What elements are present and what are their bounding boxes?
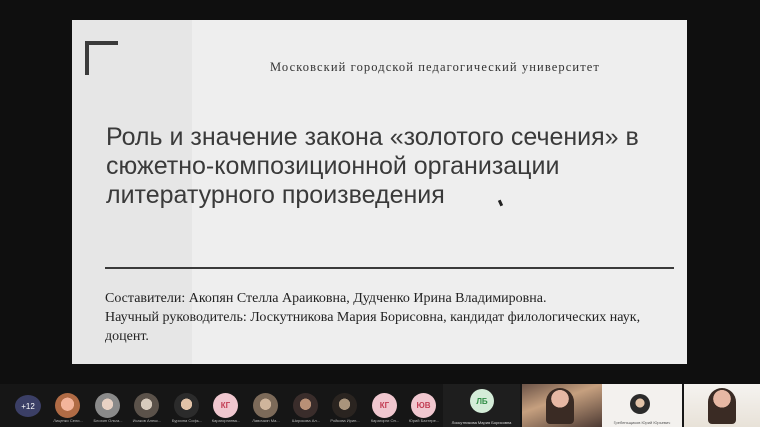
avatar-initials: ЮВ: [411, 393, 436, 418]
participant-tile[interactable]: ЮВ Юрий Бахтере...: [404, 391, 444, 427]
participant-name: Лавочкин Ма...: [252, 418, 280, 423]
corner-bracket-icon: [85, 41, 118, 75]
avatar-initials: КГ: [372, 393, 397, 418]
video-tile[interactable]: [522, 384, 602, 427]
presentation-slide: Московский городской педагогический унив…: [72, 20, 687, 364]
participant-tile[interactable]: КГ Карагорги Ол...: [365, 391, 405, 427]
video-participant-name: Гребеньщиков Юрий Юрьевич: [613, 420, 671, 425]
participant-name: Карагорги Ол...: [370, 418, 400, 423]
supervisor-text: Научный руководитель: Лоскутникова Мария…: [105, 310, 641, 344]
participant-tile[interactable]: Блохин Ольга...: [88, 391, 128, 427]
participant-tile[interactable]: Лавочкин Ма...: [246, 391, 286, 427]
participant-tile[interactable]: Лиценко Сели...: [48, 391, 88, 427]
participant-name: Исаков Алекс...: [132, 418, 162, 423]
participant-tile[interactable]: Исаков Алекс...: [127, 391, 167, 427]
authors-text: Составители: Акопян Стелла Араиковна, Ду…: [105, 291, 547, 306]
participant-name: Карагоргиева...: [211, 418, 241, 423]
video-tile-presenter[interactable]: ЛБ Лоскутникова Мария Борисовна: [443, 384, 520, 427]
slide-divider: [105, 267, 674, 269]
avatar-initials: КГ: [213, 393, 238, 418]
participant-video-feed: [708, 388, 736, 424]
participant-name: Блохин Ольга...: [93, 418, 123, 423]
participant-name: Ройкова Ирин...: [330, 418, 360, 423]
video-tile[interactable]: [684, 384, 760, 427]
avatar: [332, 393, 357, 418]
avatar-initials: ЛБ: [470, 389, 494, 413]
participant-tile[interactable]: Бурсина Софь...: [167, 391, 207, 427]
avatar: [134, 393, 159, 418]
participant-name: Бурсина Софь...: [171, 418, 203, 423]
slide-credits: Составители: Акопян Стелла Араиковна, Ду…: [105, 289, 680, 346]
more-participants-badge[interactable]: +12: [15, 395, 41, 417]
avatar: [293, 393, 318, 418]
avatar: [95, 393, 120, 418]
participant-name: Широкова Ал...: [291, 418, 321, 423]
participant-tile[interactable]: Широкова Ал...: [286, 391, 326, 427]
avatar: [253, 393, 278, 418]
participant-name: Юрий Бахтере...: [408, 418, 440, 423]
avatar: [174, 393, 199, 418]
university-name: Московский городской педагогический унив…: [270, 60, 600, 74]
participant-video-feed: [546, 388, 574, 424]
avatar: [55, 393, 80, 418]
avatar: [630, 394, 650, 414]
participant-tile[interactable]: КГ Карагоргиева...: [206, 391, 246, 427]
video-tile[interactable]: Гребеньщиков Юрий Юрьевич: [602, 384, 682, 427]
participant-name: Лиценко Сели...: [53, 418, 83, 423]
participant-tile[interactable]: Ройкова Ирин...: [325, 391, 365, 427]
slide-title: Роль и значение закона «золотого сечения…: [106, 123, 639, 209]
video-participant-name: Лоскутникова Мария Борисовна: [451, 420, 512, 425]
